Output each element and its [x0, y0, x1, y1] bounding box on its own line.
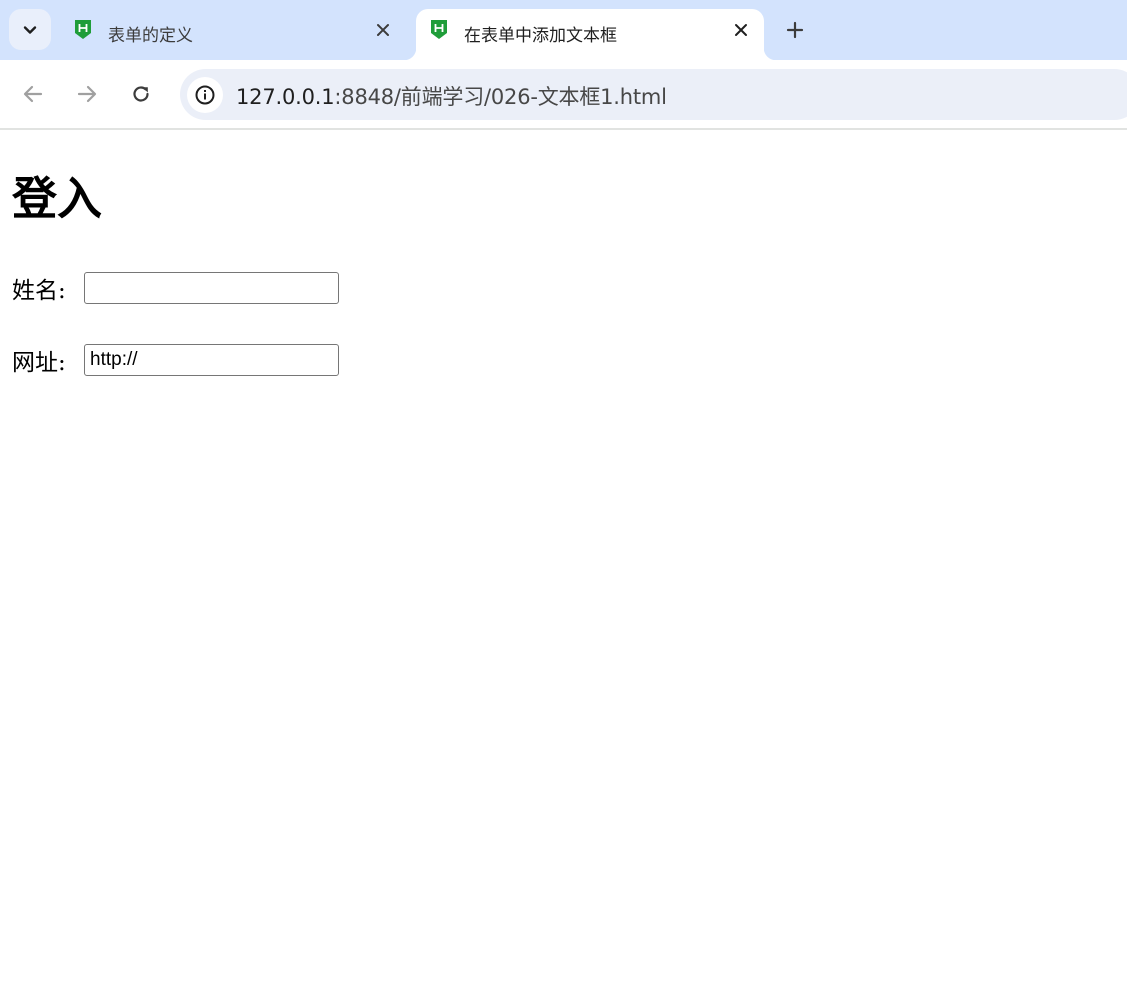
- tab-strip: 表单的定义 在表单中添加文本框: [0, 0, 1127, 60]
- tab-add-textbox[interactable]: 在表单中添加文本框: [404, 9, 776, 60]
- url-path: :8848/前端学习/026-文本框1.html: [334, 85, 667, 109]
- tab-title: 在表单中添加文本框: [464, 26, 617, 46]
- name-input[interactable]: [84, 272, 339, 304]
- reload-button[interactable]: [127, 80, 155, 108]
- back-button[interactable]: [19, 80, 47, 108]
- url-host: 127.0.0.1: [236, 85, 335, 109]
- name-label: 姓名:: [12, 278, 66, 304]
- new-tab-button[interactable]: [780, 15, 810, 45]
- address-bar[interactable]: 127.0.0.1:8848/前端学习/026-文本框1.html: [180, 69, 1127, 120]
- website-label: 网址:: [12, 350, 66, 376]
- reload-icon: [133, 86, 149, 102]
- arrow-left-icon: [23, 85, 43, 103]
- close-tab-icon[interactable]: [374, 21, 392, 39]
- website-input[interactable]: [84, 344, 339, 376]
- hbuilder-html-icon: [431, 20, 447, 39]
- hbuilder-html-icon: [75, 20, 91, 39]
- url-text[interactable]: 127.0.0.1:8848/前端学习/026-文本框1.html: [236, 81, 667, 111]
- page-content: 登入 姓名: 网址:: [0, 132, 1127, 996]
- name-field-row: 姓名:: [12, 271, 339, 305]
- info-icon: [195, 85, 215, 105]
- tab-form-definition[interactable]: 表单的定义: [58, 9, 413, 60]
- forward-button[interactable]: [73, 80, 101, 108]
- arrow-right-icon: [77, 85, 97, 103]
- close-tab-icon[interactable]: [732, 21, 750, 39]
- page-title: 登入: [12, 172, 103, 225]
- url-field-row: 网址:: [12, 343, 339, 377]
- browser-toolbar: 127.0.0.1:8848/前端学习/026-文本框1.html: [0, 60, 1127, 130]
- tab-search-button[interactable]: [9, 9, 51, 50]
- tab-title: 表单的定义: [108, 26, 193, 46]
- chevron-down-icon: [23, 25, 37, 34]
- site-info-button[interactable]: [187, 77, 223, 113]
- plus-icon: [786, 21, 804, 39]
